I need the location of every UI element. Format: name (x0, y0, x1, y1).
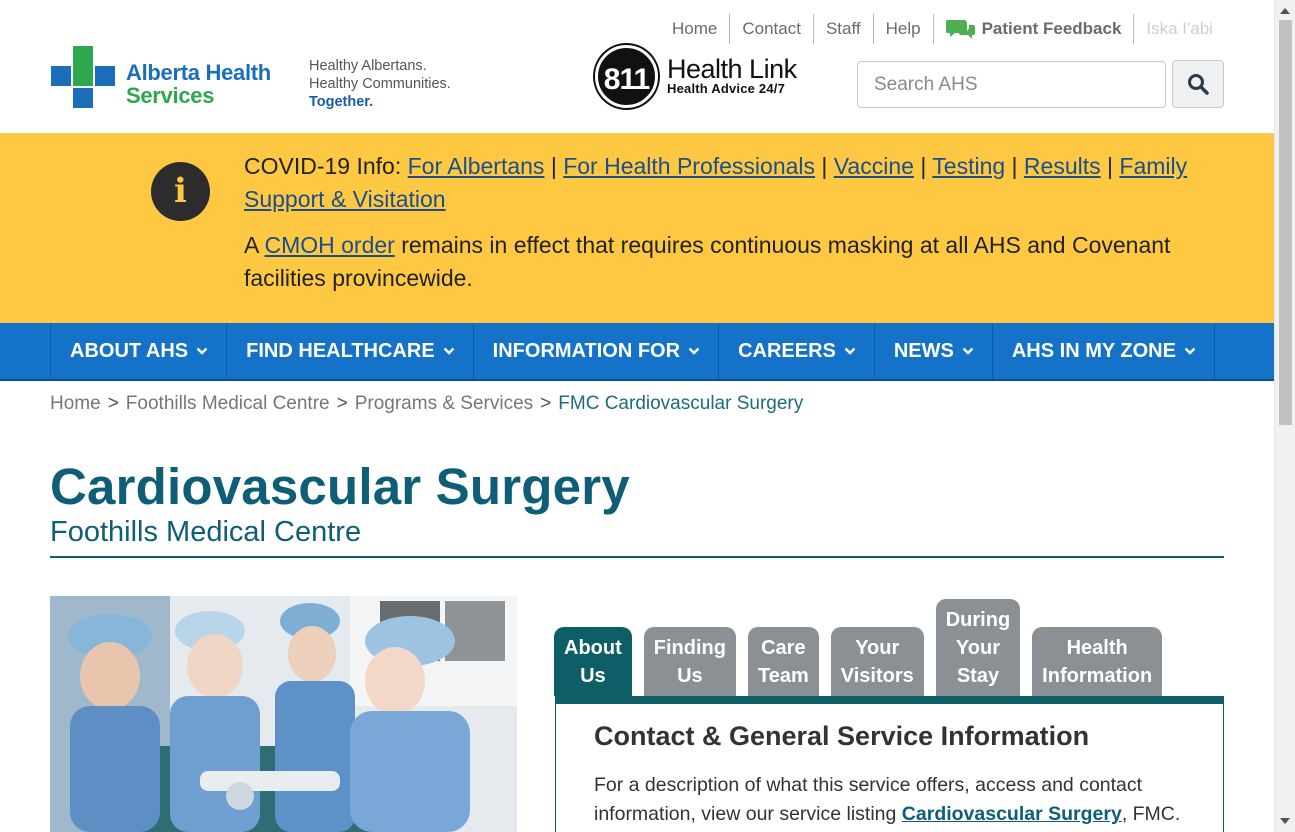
separator: | (920, 153, 927, 179)
breadcrumb-home[interactable]: Home (50, 393, 101, 414)
link-for-albertans[interactable]: For Albertans (408, 153, 545, 179)
tab-your-visitors[interactable]: Your Visitors (830, 627, 924, 696)
tab-label: Your (955, 637, 1000, 659)
link-for-health-professionals[interactable]: For Health Professionals (563, 153, 815, 179)
tab-label: Visitors (840, 665, 914, 687)
tab-label: About (564, 637, 622, 659)
breadcrumb-separator: > (107, 393, 119, 414)
tab-panel-about-us: Contact & General Service Information Fo… (555, 696, 1224, 832)
ahs-logo-text[interactable]: Alberta Health Services (126, 61, 271, 107)
alert-text: COVID-19 Info: For Albertans | For Healt… (244, 150, 1204, 295)
utility-nav: Home Contact Staff Help Patient Feedback… (660, 14, 1225, 44)
tab-label: Information (1042, 665, 1153, 687)
tab-panel-heading: Contact & General Service Information (594, 721, 1090, 751)
covid-info-label: COVID-19 Info: (244, 153, 402, 179)
tab-panel-text-end: , FMC. (1121, 803, 1181, 825)
chat-bubbles-icon (945, 20, 975, 39)
page-subtitle: Foothills Medical Centre (50, 516, 362, 548)
tab-label: Us (677, 665, 703, 687)
scrollbar-thumb[interactable] (1279, 20, 1292, 425)
utility-contact-link[interactable]: Contact (730, 14, 814, 44)
nav-ahs-in-my-zone[interactable]: AHS IN MY ZONE (993, 323, 1215, 379)
service-tabs: About Us Finding Us Care Team Your Visitors … (554, 598, 1224, 696)
separator: | (550, 153, 557, 179)
nav-careers[interactable]: CAREERS (719, 323, 875, 379)
breadcrumb-programs-services[interactable]: Programs & Services (355, 393, 533, 414)
separator: | (821, 153, 828, 179)
chevron-down-icon (196, 347, 208, 355)
chevron-down-icon (844, 347, 856, 355)
main-nav: ABOUT AHS FIND HEALTHCARE INFORMATION FO… (0, 323, 1274, 381)
tab-label: Your (855, 637, 900, 659)
info-icon: i (151, 162, 210, 221)
nav-news[interactable]: NEWS (875, 323, 993, 379)
patient-feedback-link[interactable]: Patient Feedback (934, 14, 1135, 44)
scroll-down-arrow-icon[interactable] (1280, 818, 1290, 824)
nav-find-healthcare[interactable]: FIND HEALTHCARE (227, 323, 474, 379)
breadcrumb-separator: > (540, 393, 552, 414)
scroll-up-arrow-icon[interactable] (1280, 8, 1290, 14)
vertical-scrollbar[interactable] (1274, 0, 1295, 832)
tab-label: Care (761, 637, 806, 659)
breadcrumb: Home > Foothills Medical Centre > Programs &… (50, 393, 803, 415)
link-testing[interactable]: Testing (932, 153, 1005, 179)
tab-panel-text: For a description of what this service o… (594, 771, 1194, 829)
breadcrumb-current: FMC Cardiovascular Surgery (558, 393, 804, 414)
nav-label: FIND HEALTHCARE (246, 339, 435, 362)
tab-finding-us[interactable]: Finding Us (643, 627, 736, 696)
search-input[interactable] (857, 61, 1166, 108)
healthlink-title[interactable]: Health Link (667, 54, 797, 84)
link-vaccine[interactable]: Vaccine (834, 153, 914, 179)
separator: | (1107, 153, 1113, 179)
chevron-down-icon (1184, 347, 1196, 355)
tab-about-us[interactable]: About Us (554, 627, 632, 696)
page-title: Cardiovascular Surgery (50, 458, 630, 515)
link-results[interactable]: Results (1024, 153, 1101, 179)
title-divider (50, 556, 1224, 558)
nav-label: AHS IN MY ZONE (1011, 339, 1176, 362)
tagline: Healthy Albertans. Healthy Communities. … (309, 58, 451, 110)
tab-health-information[interactable]: Health Information (1032, 627, 1163, 696)
tab-during-your-stay[interactable]: During Your Stay (935, 599, 1021, 696)
tab-label: Health (1066, 637, 1128, 659)
tab-label: During (945, 609, 1011, 631)
utility-home-link[interactable]: Home (660, 14, 731, 44)
nav-label: ABOUT AHS (70, 339, 189, 362)
tab-label: Team (757, 665, 809, 687)
nav-label: NEWS (893, 339, 954, 362)
chevron-down-icon (688, 347, 700, 355)
healthlink-811-badge[interactable]: 811 (595, 45, 658, 108)
tab-care-team[interactable]: Care Team (747, 627, 819, 696)
search-icon (1188, 74, 1209, 95)
nav-about-ahs[interactable]: ABOUT AHS (51, 323, 228, 379)
chevron-down-icon (443, 347, 455, 355)
healthlink-subtitle: Health Advice 24/7 (667, 81, 786, 96)
utility-help-link[interactable]: Help (874, 14, 934, 44)
nav-label: INFORMATION FOR (492, 339, 681, 362)
separator: | (1011, 153, 1018, 179)
language-link[interactable]: Iska I'abi (1134, 14, 1225, 44)
surgery-team-photo (50, 596, 517, 832)
tab-label: Stay (956, 665, 1000, 687)
search-button[interactable] (1172, 60, 1224, 108)
patient-feedback-label: Patient Feedback (981, 19, 1122, 38)
link-cmoh-order[interactable]: CMOH order (264, 232, 394, 258)
nav-label: CAREERS (738, 339, 836, 362)
utility-staff-link[interactable]: Staff (814, 14, 874, 44)
tab-label: Finding (653, 637, 726, 659)
breadcrumb-foothills[interactable]: Foothills Medical Centre (126, 393, 330, 414)
nav-information-for[interactable]: INFORMATION FOR (474, 323, 720, 379)
chevron-down-icon (962, 347, 974, 355)
service-listing-link[interactable]: Cardiovascular Surgery (902, 803, 1122, 825)
tab-label: Us (580, 665, 606, 687)
breadcrumb-separator: > (336, 393, 348, 414)
masking-prefix: A (244, 232, 259, 258)
ahs-logo-icon[interactable] (51, 46, 115, 108)
site-header: Alberta Health Services Healthy Albertan… (0, 0, 1274, 133)
